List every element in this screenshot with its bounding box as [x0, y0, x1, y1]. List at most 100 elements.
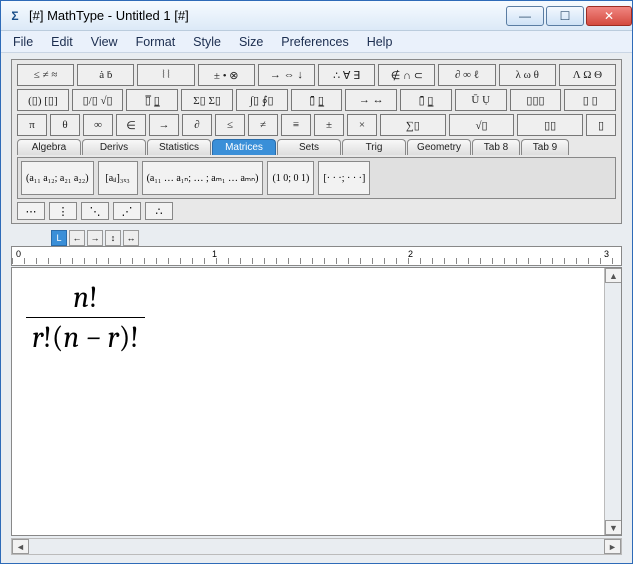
- menubar: File Edit View Format Style Size Prefere…: [1, 31, 632, 53]
- tabstop-left-btn[interactable]: L: [51, 230, 67, 246]
- neq-btn[interactable]: ≠: [248, 114, 278, 136]
- tab-sets[interactable]: Sets: [277, 139, 341, 155]
- vertical-scrollbar[interactable]: ▲ ▼: [604, 268, 621, 535]
- logic-btn[interactable]: ∴ ∀ ∃: [318, 64, 375, 86]
- rel-ops-btn[interactable]: ≤ ≠ ≈: [17, 64, 74, 86]
- infty-btn[interactable]: ∞: [83, 114, 113, 136]
- label-arrow-btn[interactable]: → ↔: [345, 89, 397, 111]
- window-buttons: — ☐ ✕: [504, 6, 632, 26]
- ruler-mark-1: 1: [212, 249, 217, 259]
- fence-btn[interactable]: (▯) [▯]: [17, 89, 69, 111]
- ruler-mark-2: 2: [408, 249, 413, 259]
- settheory-btn[interactable]: ∉ ∩ ⊂: [378, 64, 435, 86]
- matrix-identity-btn[interactable]: (1 0; 0 1): [267, 161, 314, 195]
- box-btn[interactable]: ▯ ▯: [564, 89, 616, 111]
- tab-geometry[interactable]: Geometry: [407, 139, 471, 155]
- pm-btn[interactable]: ±: [314, 114, 344, 136]
- menu-size[interactable]: Size: [231, 33, 271, 51]
- pi-btn[interactable]: π: [17, 114, 47, 136]
- slot-btn[interactable]: ▯: [586, 114, 616, 136]
- denominator: r!(n − r)!: [26, 317, 145, 355]
- ruler-wrap: 0 1 2 3: [11, 246, 622, 266]
- menu-file[interactable]: File: [5, 33, 41, 51]
- tabstop-3-btn[interactable]: ↕: [105, 230, 121, 246]
- tabstop-2-btn[interactable]: →: [87, 230, 103, 246]
- var-n: n: [73, 280, 89, 315]
- matrices-palette: (a₁₁ a₁₂; a₂₁ a₂₂) [aᵢⱼ]₃ₓ₃ (a₁₁ … a₁ₙ; …: [17, 157, 616, 199]
- in-btn[interactable]: ∈: [116, 114, 146, 136]
- equiv-btn[interactable]: ≡: [281, 114, 311, 136]
- factorial-2: !: [43, 320, 52, 355]
- sup-tmpl-btn[interactable]: ▯▯: [517, 114, 583, 136]
- minimize-button[interactable]: —: [506, 6, 544, 26]
- rarr-btn[interactable]: →: [149, 114, 179, 136]
- spaces-btn[interactable]: ȧ ḃ: [77, 64, 134, 86]
- integral-btn[interactable]: ∫▯ ∮▯: [236, 89, 288, 111]
- tool-panel: ≤ ≠ ≈ ȧ ḃ ⦚ ⦚ ± • ⊗ → ⇔ ↓ ∴ ∀ ∃ ∉ ∩ ⊂ ∂ …: [11, 59, 622, 224]
- leq-btn[interactable]: ≤: [215, 114, 245, 136]
- therefore-btn[interactable]: ∴: [145, 202, 173, 220]
- matrix-dots-row: ⋯ ⋮ ⋱ ⋰ ∴: [17, 202, 616, 220]
- app-icon: Σ: [7, 8, 23, 24]
- arrows-btn[interactable]: → ⇔ ↓: [258, 64, 315, 86]
- subsup-btn[interactable]: ▯̅ ▯̲: [126, 89, 178, 111]
- tab-algebra[interactable]: Algebra: [17, 139, 81, 155]
- matrix-2x2-btn[interactable]: (a₁₁ a₁₂; a₂₁ a₂₂): [21, 161, 94, 195]
- maximize-button[interactable]: ☐: [546, 6, 584, 26]
- equation-editor[interactable]: n! r!(n − r)! ▲ ▼: [11, 267, 622, 536]
- factorial-3: !: [130, 320, 139, 355]
- menu-style[interactable]: Style: [185, 33, 229, 51]
- numerator: n!: [26, 280, 145, 317]
- tabstop-4-btn[interactable]: ↔: [123, 230, 139, 246]
- tab-matrices[interactable]: Matrices: [212, 139, 276, 155]
- overbar-btn[interactable]: ▯̄ ▯̲: [291, 89, 343, 111]
- menu-format[interactable]: Format: [128, 33, 184, 51]
- tabstop-1-btn[interactable]: ←: [69, 230, 85, 246]
- sqrt-tmpl-btn[interactable]: √▯: [449, 114, 515, 136]
- greek-uc-btn[interactable]: Λ Ω Θ: [559, 64, 616, 86]
- ruler-mark-3: 3: [604, 249, 609, 259]
- hdots-btn[interactable]: ⋯: [17, 202, 45, 220]
- sum-btn[interactable]: Σ▯ Σ▯: [181, 89, 233, 111]
- lparen: (: [52, 320, 63, 355]
- frac-radical-btn[interactable]: ▯/▯ √▯: [72, 89, 124, 111]
- greek-lc-btn[interactable]: λ ω θ: [499, 64, 556, 86]
- tab-9[interactable]: Tab 9: [521, 139, 569, 155]
- embellish-btn[interactable]: ⦚ ⦚: [137, 64, 194, 86]
- fraction: n! r!(n − r)!: [26, 280, 145, 355]
- matrix-3x3-btn[interactable]: [aᵢⱼ]₃ₓ₃: [98, 161, 138, 195]
- ruler[interactable]: 0 1 2 3: [11, 246, 622, 266]
- adots-btn[interactable]: ⋰: [113, 202, 141, 220]
- matrix-mxn-btn[interactable]: (a₁₁ … a₁ₙ; … ; aₘ₁ … aₘₙ): [142, 161, 264, 195]
- titlebar: Σ [#] MathType - Untitled 1 [#] — ☐ ✕: [1, 1, 632, 31]
- tab-statistics[interactable]: Statistics: [147, 139, 211, 155]
- times-btn[interactable]: ×: [347, 114, 377, 136]
- sum-tmpl-btn[interactable]: ∑▯: [380, 114, 446, 136]
- scroll-right-btn[interactable]: ►: [604, 539, 621, 554]
- scroll-down-btn[interactable]: ▼: [605, 520, 622, 535]
- tab-trig[interactable]: Trig: [342, 139, 406, 155]
- operator-btn[interactable]: ± • ⊗: [198, 64, 255, 86]
- ddots-btn[interactable]: ⋱: [81, 202, 109, 220]
- vdots-btn[interactable]: ⋮: [49, 202, 77, 220]
- tab-8[interactable]: Tab 8: [472, 139, 520, 155]
- matrix-dots-btn[interactable]: [· · ·; · · ·]: [318, 161, 370, 195]
- partial-btn[interactable]: ∂: [182, 114, 212, 136]
- scroll-up-btn[interactable]: ▲: [605, 268, 622, 283]
- app-window: Σ [#] MathType - Untitled 1 [#] — ☐ ✕ Fi…: [0, 0, 633, 564]
- misc-btn[interactable]: ∂ ∞ ℓ: [438, 64, 495, 86]
- menu-preferences[interactable]: Preferences: [273, 33, 356, 51]
- matrix-btn[interactable]: ▯▯▯: [510, 89, 562, 111]
- product-btn[interactable]: ▯̄ ▯̲: [400, 89, 452, 111]
- menu-edit[interactable]: Edit: [43, 33, 81, 51]
- theta-btn[interactable]: θ: [50, 114, 80, 136]
- var-r: r: [32, 320, 43, 355]
- factorial-1: !: [89, 280, 98, 315]
- close-button[interactable]: ✕: [586, 6, 632, 26]
- scroll-left-btn[interactable]: ◄: [12, 539, 29, 554]
- hat-btn[interactable]: Ū Ụ: [455, 89, 507, 111]
- horizontal-scrollbar[interactable]: ◄ ►: [11, 538, 622, 555]
- menu-help[interactable]: Help: [359, 33, 401, 51]
- tab-derivs[interactable]: Derivs: [82, 139, 146, 155]
- menu-view[interactable]: View: [83, 33, 126, 51]
